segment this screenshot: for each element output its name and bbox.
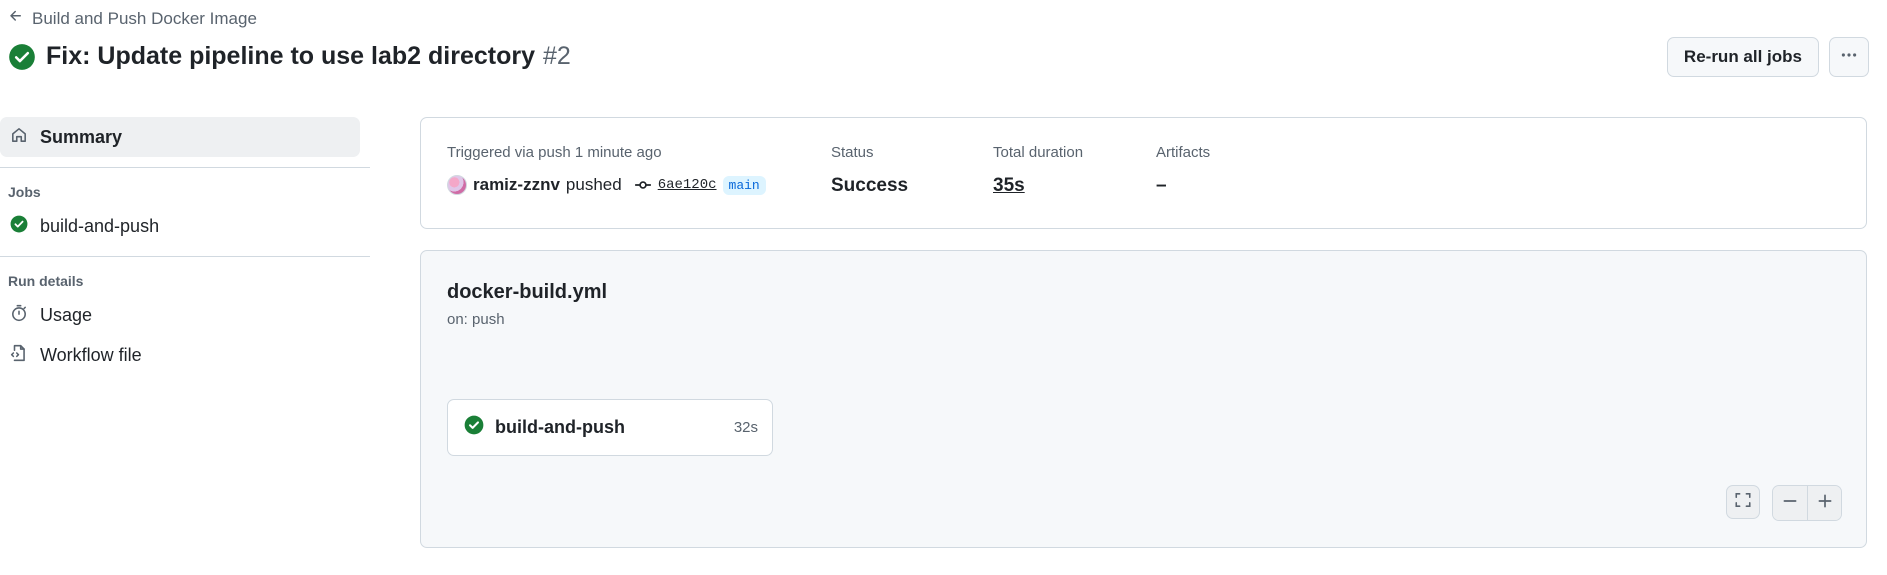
actor-action: pushed — [565, 175, 622, 194]
actor-link[interactable]: ramiz-zznv — [473, 175, 560, 195]
job-name: build-and-push — [495, 417, 625, 437]
sidebar-item-job-build-and-push[interactable]: build-and-push — [0, 206, 370, 246]
kebab-horizontal-icon — [1840, 46, 1858, 69]
workflow-trigger: on: push — [447, 311, 505, 328]
actor-row: ramiz-zznv pushed 6ae120c main — [447, 175, 766, 195]
back-link[interactable]: Build and Push Docker Image — [8, 8, 257, 29]
status-section: Status Success — [831, 144, 908, 197]
sidebar: Summary Jobs build-and-push Run details … — [0, 117, 370, 375]
sidebar-item-workflow-file[interactable]: Workflow file — [0, 335, 370, 375]
page-title: Fix: Update pipeline to use lab2 directo… — [46, 42, 571, 71]
home-icon — [10, 126, 28, 149]
avatar[interactable] — [447, 175, 467, 195]
run-number: #2 — [543, 42, 571, 70]
graph-controls — [1726, 485, 1842, 521]
zoom-out-button[interactable] — [1773, 486, 1807, 520]
commit-sha-link[interactable]: 6ae120c — [658, 177, 717, 193]
trigger-text: Triggered via push 1 minute ago — [447, 144, 662, 161]
back-link-label: Build and Push Docker Image — [32, 8, 257, 28]
header-actions: Re-run all jobs — [1666, 37, 1869, 77]
artifacts-value: – — [1156, 175, 1167, 196]
git-commit-icon — [634, 176, 652, 194]
duration-value-link[interactable]: 35s — [993, 175, 1083, 197]
file-code-icon — [10, 344, 28, 367]
screen-full-icon — [1734, 491, 1752, 514]
sidebar-divider — [0, 167, 370, 168]
sidebar-divider — [0, 256, 370, 257]
artifacts-section: Artifacts – — [1156, 144, 1210, 197]
status-label: Status — [831, 144, 874, 161]
duration-section: Total duration 35s — [993, 144, 1083, 197]
sidebar-item-label: Usage — [40, 304, 93, 325]
stopwatch-icon — [10, 304, 28, 327]
jobs-heading: Jobs — [8, 184, 41, 200]
workflow-graph: docker-build.yml on: push build-and-push… — [420, 250, 1867, 548]
run-summary-card: Triggered via push 1 minute ago ramiz-zz… — [420, 117, 1867, 229]
sidebar-item-label: build-and-push — [40, 215, 160, 236]
trigger-section: Triggered via push 1 minute ago ramiz-zz… — [447, 144, 766, 195]
arrow-left-icon — [8, 8, 24, 29]
zoom-controls — [1772, 485, 1842, 521]
job-duration: 32s — [733, 419, 758, 436]
check-circle-fill-icon — [464, 415, 484, 440]
sidebar-item-summary[interactable]: Summary — [0, 117, 360, 157]
plus-icon — [1816, 492, 1834, 515]
page-title-row: Fix: Update pipeline to use lab2 directo… — [8, 42, 571, 71]
fullscreen-button[interactable] — [1726, 485, 1760, 519]
run-details-heading: Run details — [8, 273, 84, 289]
duration-label: Total duration — [993, 144, 1084, 161]
sidebar-item-label: Workflow file — [40, 344, 142, 365]
branch-badge[interactable]: main — [722, 175, 766, 195]
rerun-all-jobs-button[interactable]: Re-run all jobs — [1666, 37, 1819, 77]
artifacts-label: Artifacts — [1156, 144, 1211, 161]
workflow-file-name: docker-build.yml — [447, 281, 608, 303]
zoom-in-button[interactable] — [1807, 486, 1841, 520]
sidebar-item-label: Summary — [40, 126, 123, 147]
check-circle-fill-icon — [10, 215, 28, 238]
sidebar-item-usage[interactable]: Usage — [0, 295, 370, 335]
check-circle-fill-icon — [8, 43, 36, 71]
run-title: Fix: Update pipeline to use lab2 directo… — [46, 42, 535, 70]
minus-icon — [1781, 492, 1799, 515]
status-value: Success — [831, 175, 909, 196]
job-node-build-and-push[interactable]: build-and-push 32s — [447, 399, 773, 456]
more-options-button[interactable] — [1829, 37, 1869, 77]
